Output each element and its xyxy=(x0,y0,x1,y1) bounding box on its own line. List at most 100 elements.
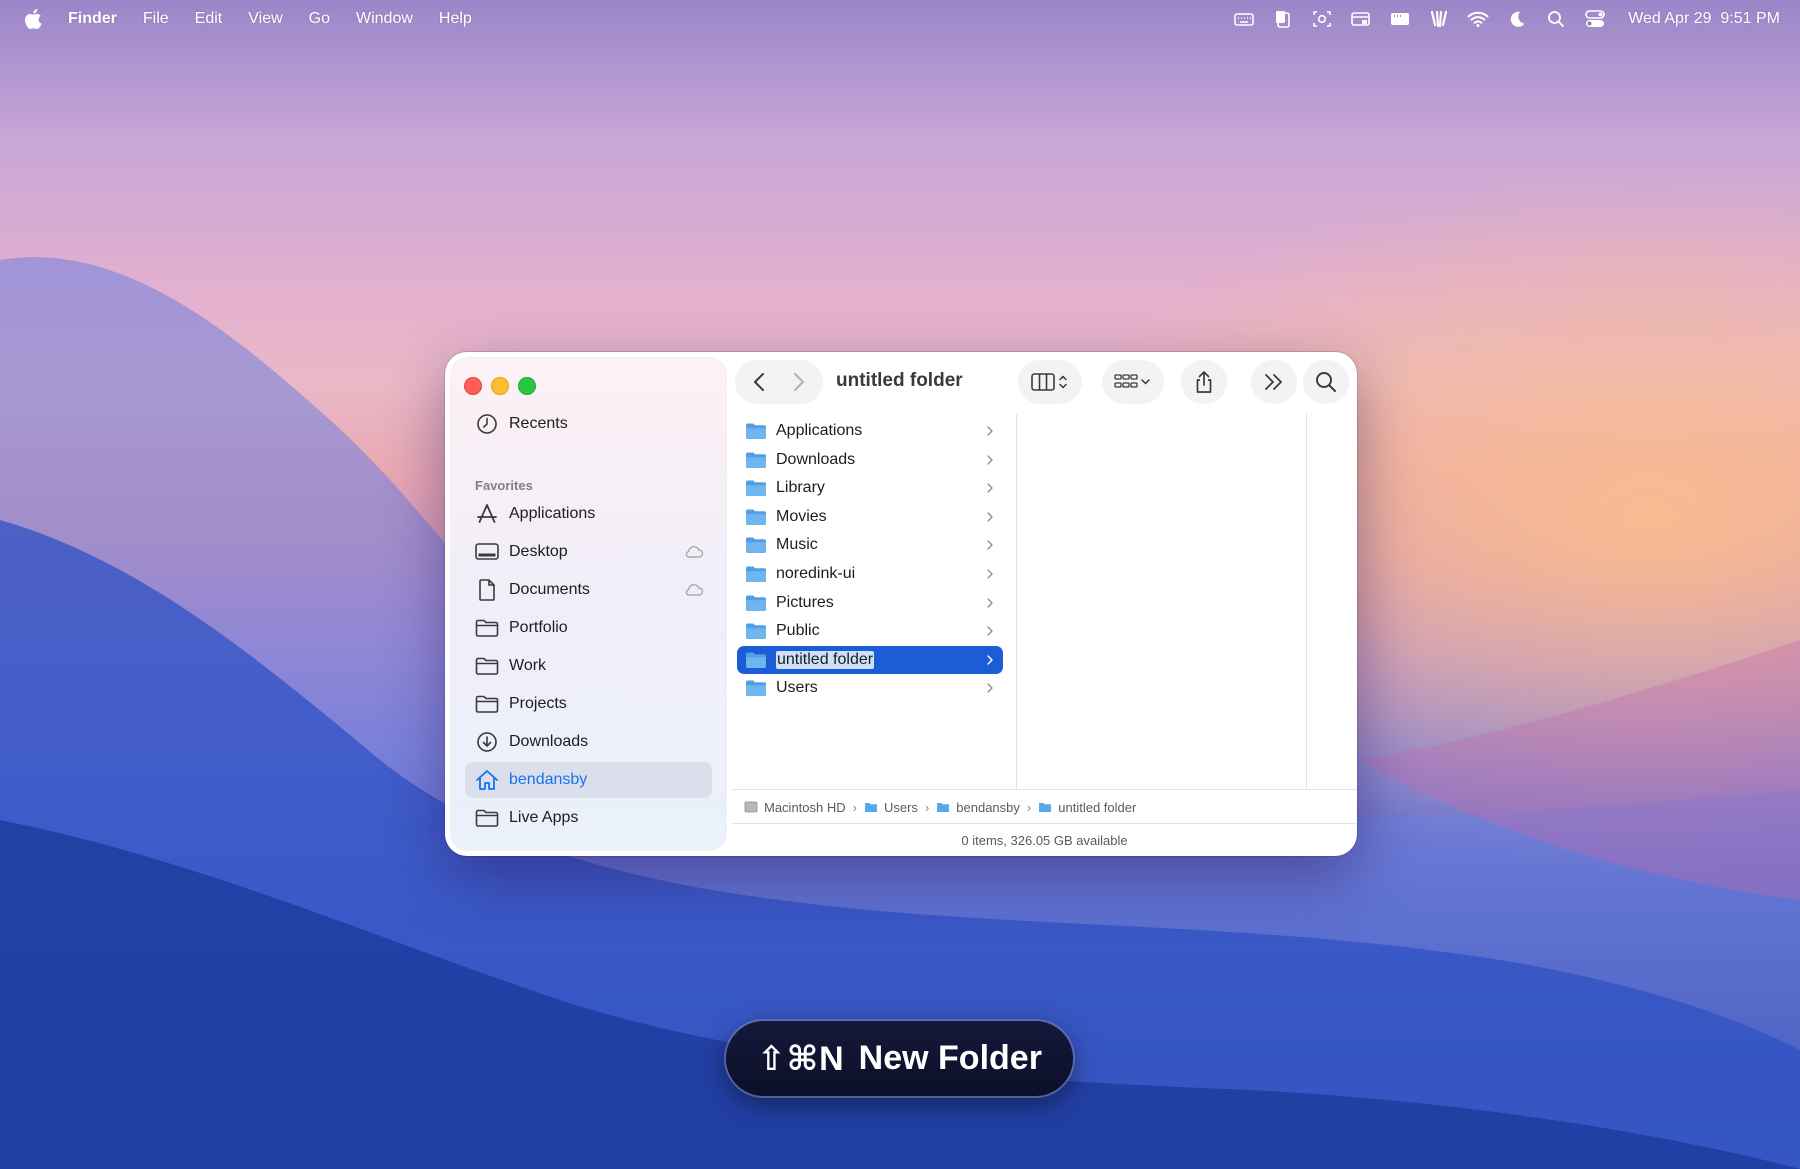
column-item[interactable]: untitled folder xyxy=(737,645,1003,674)
zoom-button[interactable] xyxy=(518,377,536,395)
menu-bar: Finder File Edit View Go Window Help Wed… xyxy=(0,0,1800,38)
home-folder-icon xyxy=(937,803,950,812)
sidebar-item-work[interactable]: Work xyxy=(465,648,712,684)
finder-window: Recents Favorites Applications Desktop D… xyxy=(445,352,1357,856)
menu-file[interactable]: File xyxy=(143,10,169,28)
column-item-label: Library xyxy=(776,479,825,497)
keyboard-icon[interactable] xyxy=(1233,8,1255,30)
menu-app-finder[interactable]: Finder xyxy=(68,10,117,28)
status-area: Wed Apr 29 9:51 PM xyxy=(1216,0,1780,38)
status-text: 0 items, 326.05 GB available xyxy=(961,833,1128,848)
column-item[interactable]: Public xyxy=(737,617,1003,645)
download-icon xyxy=(475,730,499,754)
sidebar-item-applications[interactable]: Applications xyxy=(465,496,712,532)
path-label: untitled folder xyxy=(1058,799,1137,815)
close-button[interactable] xyxy=(464,377,482,395)
column-item-label: Applications xyxy=(776,422,863,439)
column-item[interactable]: Library xyxy=(737,474,1003,502)
sidebar-item-downloads[interactable]: Downloads xyxy=(465,724,712,760)
window-icon[interactable] xyxy=(1389,8,1411,30)
window-title: untitled folder xyxy=(836,370,963,391)
chevron-right-icon xyxy=(987,426,993,436)
favorites-heading: Favorites xyxy=(475,478,533,493)
column-item[interactable]: Downloads xyxy=(737,446,1003,474)
path-segment-users[interactable]: Users xyxy=(864,800,918,815)
folder-icon xyxy=(746,623,766,640)
moon-icon[interactable] xyxy=(1506,8,1528,30)
accessibility-icon[interactable] xyxy=(1428,8,1450,30)
folder-icon xyxy=(746,652,766,668)
share-button[interactable] xyxy=(1181,360,1227,404)
path-segment-macintosh-hd[interactable]: Macintosh HD xyxy=(744,800,846,815)
more-toolbar-button[interactable] xyxy=(1251,360,1297,404)
shortcut-hud: ⇧⌘N New Folder xyxy=(726,1021,1073,1096)
back-button[interactable] xyxy=(739,362,779,402)
column-item-label: Pictures xyxy=(776,593,834,611)
search-button[interactable] xyxy=(1303,360,1349,404)
group-button[interactable] xyxy=(1102,360,1164,404)
column-item-label: noredink-ui xyxy=(776,565,856,582)
control-center-icon[interactable] xyxy=(1584,8,1606,30)
column-item-label: Public xyxy=(776,622,820,640)
hard-drive-icon xyxy=(744,801,758,813)
path-segment-untitled-folder[interactable]: untitled folder xyxy=(1038,800,1136,815)
sidebar-item-portfolio[interactable]: Portfolio xyxy=(465,610,712,646)
icloud-icon xyxy=(685,546,704,558)
folder-icon xyxy=(746,423,766,439)
apple-menu-icon[interactable] xyxy=(24,9,42,29)
sidebar-item-documents[interactable]: Documents xyxy=(465,572,712,608)
menu-go[interactable]: Go xyxy=(309,10,330,28)
sidebar-item-bendansby[interactable]: bendansby xyxy=(465,762,712,798)
menu-edit[interactable]: Edit xyxy=(195,10,223,28)
menu-help[interactable]: Help xyxy=(439,10,472,28)
chevron-right-icon xyxy=(987,512,993,522)
search-icon xyxy=(1316,372,1336,392)
column-item[interactable]: Users xyxy=(737,674,1003,702)
sidebar-item-label: Work xyxy=(509,657,547,674)
column-item[interactable]: Movies xyxy=(737,503,1003,531)
chevron-right-icon xyxy=(987,626,993,636)
menu-clock[interactable]: Wed Apr 29 9:51 PM xyxy=(1628,10,1780,28)
column-item[interactable]: Music xyxy=(737,531,1003,559)
shortcut-action: New Folder xyxy=(858,1039,1042,1077)
chevron-right-icon xyxy=(987,597,993,608)
sidebar-item-projects[interactable]: Projects xyxy=(465,686,712,722)
clock-time: 9:51 PM xyxy=(1720,10,1780,27)
sidebar-item-recents[interactable]: Recents xyxy=(465,406,712,442)
double-chevron-right-icon xyxy=(1265,374,1282,390)
folder-icon xyxy=(746,480,766,497)
display-icon[interactable] xyxy=(1350,8,1372,30)
menu-view[interactable]: View xyxy=(248,10,282,28)
grid-group-icon xyxy=(1114,374,1150,388)
folder-icon xyxy=(1039,803,1052,812)
clock-date: Wed Apr 29 xyxy=(1628,10,1712,27)
sidebar-item-label: Projects xyxy=(509,695,567,712)
column-item[interactable]: Applications xyxy=(737,417,1003,445)
path-label: Macintosh HD xyxy=(764,799,846,815)
status-bar: 0 items, 326.05 GB available xyxy=(732,823,1357,856)
column-item-label: Movies xyxy=(776,507,827,525)
column-item[interactable]: noredink-ui xyxy=(737,560,1003,588)
sidebar-item-label: Documents xyxy=(509,581,590,598)
column-item-label: Music xyxy=(776,536,818,554)
forward-button[interactable] xyxy=(779,362,819,402)
clipboard-icon[interactable] xyxy=(1272,8,1294,30)
path-bar: Macintosh HD › Users › bendansby › untit… xyxy=(732,789,1357,824)
wifi-icon[interactable] xyxy=(1467,8,1489,30)
minimize-button[interactable] xyxy=(491,377,509,395)
folder-icon xyxy=(475,806,499,830)
menu-window[interactable]: Window xyxy=(356,10,413,28)
path-segment-bendansby[interactable]: bendansby xyxy=(936,800,1020,815)
sidebar-item-desktop[interactable]: Desktop xyxy=(465,534,712,570)
spotlight-icon[interactable] xyxy=(1545,8,1567,30)
share-icon xyxy=(1196,371,1212,393)
folder-icon xyxy=(746,537,766,554)
screenshot-icon[interactable] xyxy=(1311,8,1333,30)
column-item-label: Downloads xyxy=(776,450,856,468)
folder-icon xyxy=(746,509,766,525)
icloud-icon xyxy=(685,584,704,596)
sidebar-item-live-apps[interactable]: Live Apps xyxy=(465,800,712,836)
view-mode-button[interactable] xyxy=(1018,360,1082,404)
folder-icon xyxy=(746,680,766,697)
column-item[interactable]: Pictures xyxy=(737,589,1003,617)
